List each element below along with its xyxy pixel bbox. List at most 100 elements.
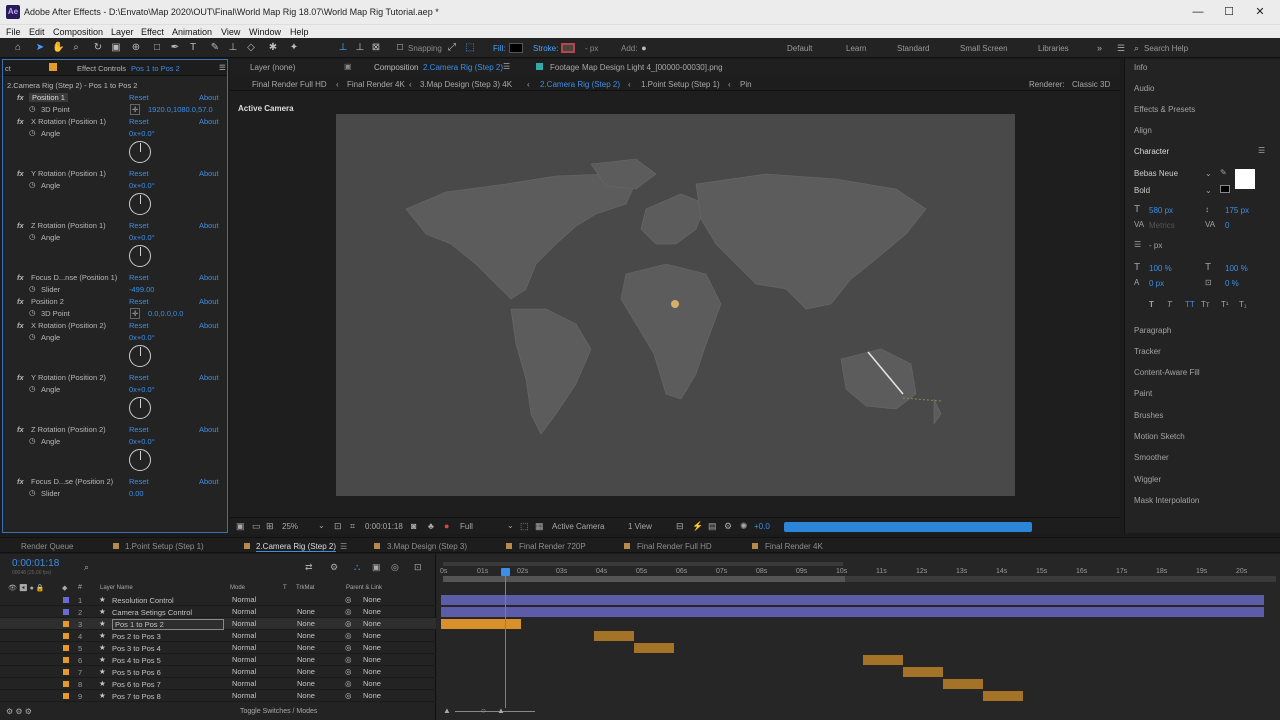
layer-mode-select[interactable]: Normal [232,631,274,641]
about-link[interactable]: About [199,321,219,330]
stroke-swatch[interactable] [561,43,575,53]
panel-menu-icon[interactable]: ☰ [340,542,347,551]
layer-bar[interactable] [983,691,1023,701]
flowchart-icon[interactable]: ⚙ [724,521,732,532]
resolution-select[interactable]: Full [460,522,473,531]
hand-tool-icon[interactable]: ✋ [52,42,64,54]
fx-icon[interactable]: fx [17,321,24,330]
tracker-panel-tab[interactable]: Tracker [1134,347,1161,356]
about-link[interactable]: About [199,117,219,126]
layer-row[interactable]: 8 ★ Pos 6 to Pos 7 Normal None ◎ None [0,678,436,690]
effects-presets-panel-tab[interactable]: Effects & Presets [1134,105,1195,114]
search-icon[interactable]: ⌕ [84,562,89,573]
property-value[interactable]: -499.00 [129,285,154,294]
chevron-down-icon[interactable]: ⌄ [1205,186,1212,195]
info-panel-tab[interactable]: Info [1134,63,1147,72]
layer-mode-select[interactable]: Normal [232,619,274,629]
tsume-value[interactable]: 0 % [1225,279,1239,288]
stopwatch-icon[interactable]: ◷ [29,284,36,293]
maximize-icon[interactable]: ☐ [1219,4,1239,20]
monitor-icon[interactable]: ▭ [252,521,261,532]
region-of-interest-icon[interactable]: ⬚ [520,521,529,532]
content-aware-fill-panel-tab[interactable]: Content-Aware Fill [1134,368,1200,377]
roto-brush-tool-icon[interactable]: ✱ [267,42,279,54]
local-axis-icon[interactable]: ⊥ [337,42,349,54]
layer-row[interactable]: 7 ★ Pos 5 to Pos 6 Normal None ◎ None [0,666,436,678]
stopwatch-icon[interactable]: ◷ [29,128,36,137]
layer-trkmat-select[interactable]: None [297,631,315,640]
menu-view[interactable]: View [221,27,240,37]
layer-mode-select[interactable]: Normal [232,655,274,665]
mode-header[interactable]: Mode [230,585,245,591]
align-panel-tab[interactable]: Align [1134,126,1152,135]
smoother-panel-tab[interactable]: Smoother [1134,453,1169,462]
shy-layers-icon[interactable]: ⛬ [354,562,360,573]
timeline-icon[interactable]: ▤ [708,521,717,532]
exposure-icon[interactable]: ✺ [740,521,748,532]
workspace-libraries[interactable]: Libraries [1038,44,1069,53]
search-icon[interactable]: ⌕ [1134,43,1139,54]
layer-parent-select[interactable]: None [363,607,381,616]
camera-tool-icon[interactable]: ▣ [110,42,122,54]
eraser-tool-icon[interactable]: ◇ [245,42,257,54]
layer-label-color[interactable] [63,621,69,627]
snapping-checkbox-icon[interactable]: ☐ [394,42,406,54]
about-link[interactable]: About [199,273,219,282]
layer-label-color[interactable] [63,609,69,615]
layer-row[interactable]: 6 ★ Pos 4 to Pos 5 Normal None ◎ None [0,654,436,666]
font-size-value[interactable]: 580 px [1149,206,1173,215]
rectangle-tool-icon[interactable]: □ [151,42,163,54]
angle-dial[interactable] [129,397,151,419]
pickwhip-icon[interactable]: ◎ [345,595,352,604]
layer-label-color[interactable] [63,657,69,663]
point-crosshair-icon[interactable]: ✛ [130,104,141,115]
minimize-icon[interactable]: — [1188,4,1208,20]
property-value[interactable]: 0.0,0.0,0.0 [148,309,183,318]
view-axis-icon[interactable]: ⊠ [370,42,382,54]
zoom-in-icon[interactable]: ▲ [497,706,505,715]
layer-parent-select[interactable]: None [363,667,381,676]
about-link[interactable]: About [199,297,219,306]
flow-pin[interactable]: Pin [740,80,752,89]
layer-row[interactable]: 9 ★ Pos 7 to Pos 8 Normal None ◎ None [0,690,436,702]
about-link[interactable]: About [199,221,219,230]
always-preview-icon[interactable]: ▣ [236,521,245,532]
layer-parent-select[interactable]: None [363,679,381,688]
comp-menu-icon[interactable]: ☰ [503,62,510,71]
layer-name[interactable]: Resolution Control [112,596,174,605]
snap-options-icon[interactable]: ⤢ [446,42,458,54]
fx-icon[interactable]: fx [17,297,24,306]
panel-menu-icon[interactable]: ☰ [219,63,226,72]
property-value[interactable]: 0.00 [129,489,144,498]
layer-label-color[interactable] [63,633,69,639]
workspace-learn[interactable]: Learn [846,44,866,53]
chevron-down-icon[interactable]: ⌄ [1205,169,1212,178]
angle-dial[interactable] [129,449,151,471]
layer-parent-select[interactable]: None [363,655,381,664]
all-caps-icon[interactable]: TT [1185,300,1195,309]
property-value[interactable]: 1920.0,1080.0,57.0 [148,105,213,114]
layer-mode-select[interactable]: Normal [232,595,274,605]
snapshot-icon[interactable]: ◙ [411,521,416,531]
baseline-value[interactable]: 0 px [1149,279,1164,288]
toggle-pixel-icon[interactable]: ⊟ [676,521,684,532]
layer-name[interactable]: Pos 5 to Pos 6 [112,668,161,677]
pickwhip-icon[interactable]: ◎ [345,667,352,676]
comp-flowchart-icon[interactable]: ⇄ [305,562,313,573]
zoom-slider-handle[interactable]: ○ [481,706,486,715]
pickwhip-icon[interactable]: ◎ [345,679,352,688]
reset-link[interactable]: Reset [129,169,149,178]
effect-controls-tab[interactable]: ct Effect Controls Pos 1 to Pos 2 ☰ [3,60,227,76]
stopwatch-icon[interactable]: ◷ [29,332,36,341]
current-time-display[interactable]: 0:00:01:18 [365,522,403,531]
fx-icon[interactable]: fx [17,477,24,486]
tab-point-setup[interactable]: 1.Point Setup (Step 1) [125,542,204,551]
layer-bar[interactable] [594,631,634,641]
layer-parent-select[interactable]: None [363,643,381,652]
layer-name[interactable]: Pos 2 to Pos 3 [112,632,161,641]
reset-link[interactable]: Reset [129,273,149,282]
paragraph-panel-tab[interactable]: Paragraph [1134,326,1171,335]
frame-blending-icon[interactable]: ▣ [372,562,381,573]
layer-trkmat-select[interactable]: None [297,619,315,628]
layer-name-header[interactable]: Layer Name [100,585,133,591]
